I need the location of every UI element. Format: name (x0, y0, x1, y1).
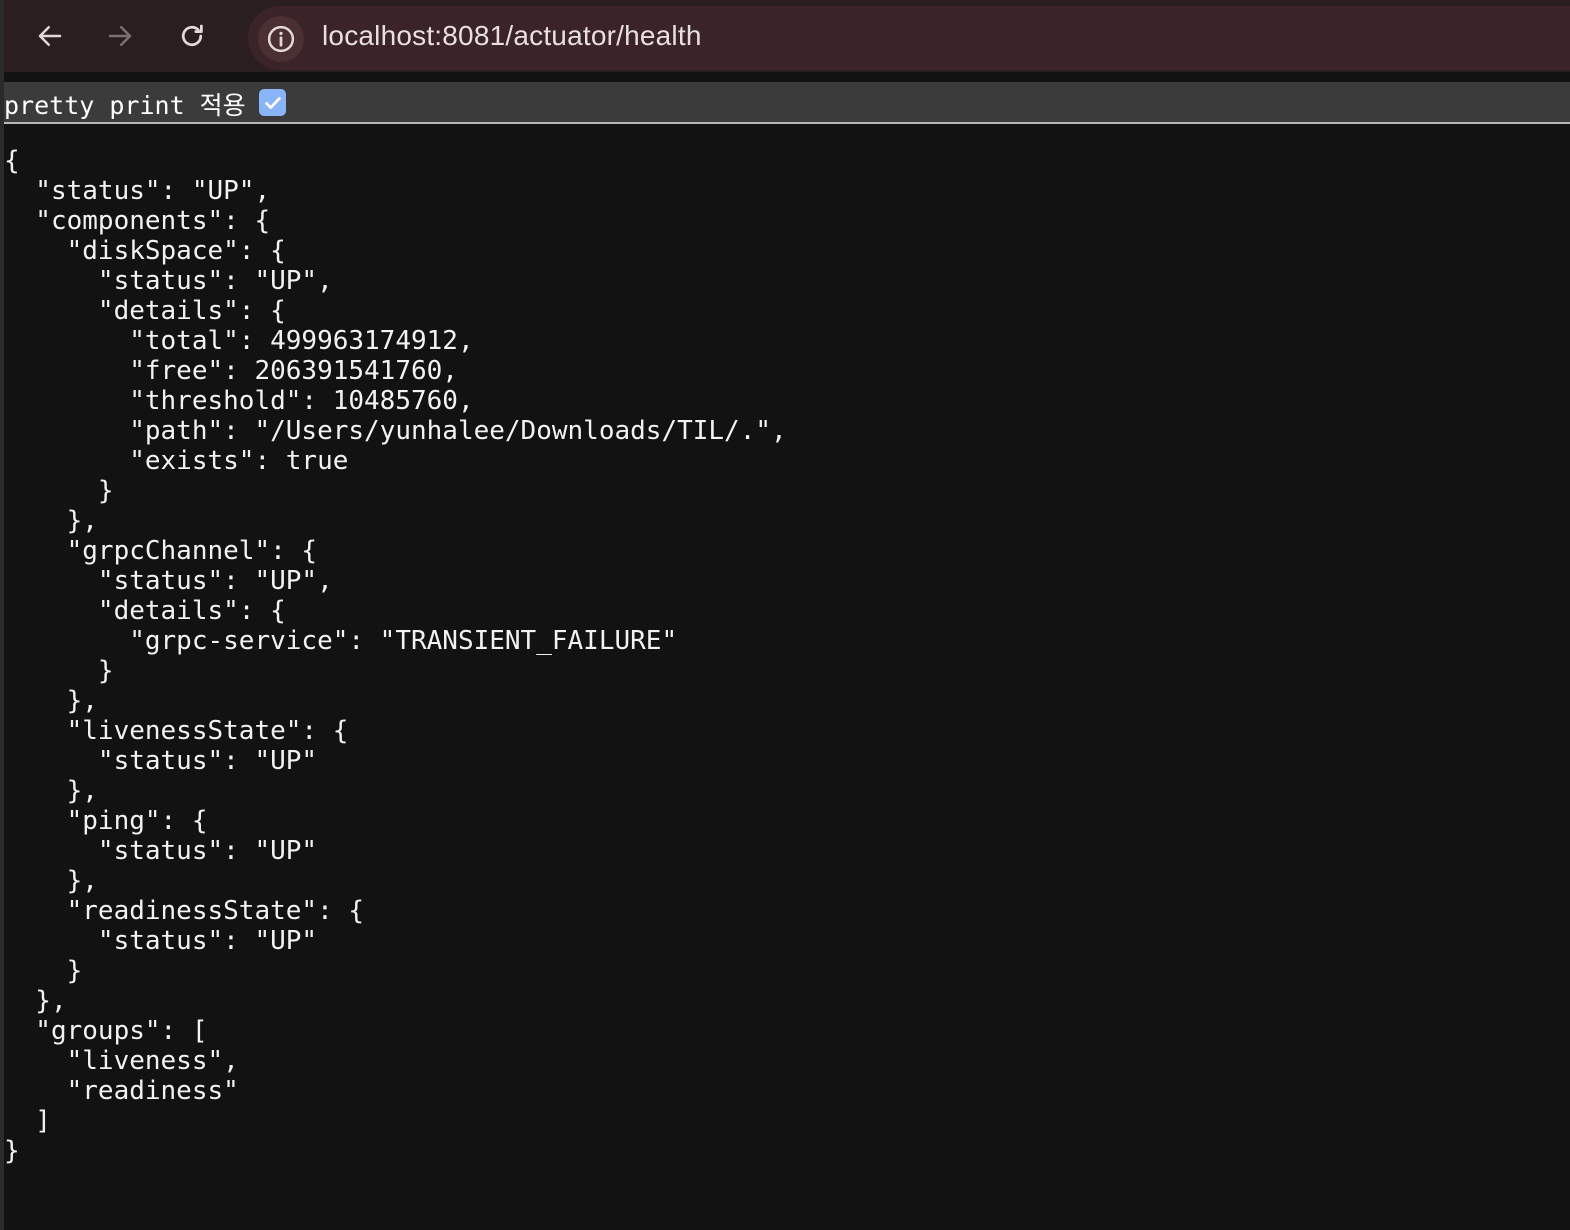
json-response-body: { "status": "UP", "components": { "diskS… (4, 146, 1564, 1166)
json-line: "readinessState": { (4, 896, 365, 926)
json-line: "readiness" (4, 1076, 239, 1106)
pretty-print-checkbox[interactable] (259, 89, 286, 116)
json-line: "details": { (4, 596, 286, 626)
json-line: "status": "UP", (4, 176, 271, 206)
arrow-left-icon (38, 26, 62, 46)
pretty-print-bar: pretty print 적용 (4, 82, 1570, 124)
checkmark-icon (264, 96, 281, 109)
reload-button[interactable] (170, 14, 214, 58)
forward-button[interactable] (98, 14, 142, 58)
json-line: "status": "UP" (4, 926, 318, 956)
json-line: ] (4, 1106, 51, 1136)
json-line: "components": { (4, 206, 271, 236)
json-line: { (4, 146, 20, 176)
json-line: } (4, 476, 114, 506)
json-line: }, (4, 686, 98, 716)
arrow-right-icon (108, 26, 132, 46)
json-line: "grpc-service": "TRANSIENT_FAILURE" (4, 626, 678, 656)
json-line: } (4, 956, 83, 986)
json-line: } (4, 656, 114, 686)
json-line: "liveness", (4, 1046, 239, 1076)
back-button[interactable] (28, 14, 72, 58)
json-line: "path": "/Users/yunhalee/Downloads/TIL/.… (4, 416, 787, 446)
json-line: "status": "UP", (4, 566, 333, 596)
json-line: }, (4, 986, 67, 1016)
site-info-button[interactable] (258, 16, 304, 62)
json-line: "free": 206391541760, (4, 356, 458, 386)
json-line: "status": "UP" (4, 746, 318, 776)
json-line: "livenessState": { (4, 716, 349, 746)
json-line: "exists": true (4, 446, 349, 476)
json-line: }, (4, 776, 98, 806)
address-bar[interactable]: localhost:8081/actuator/health (248, 6, 1570, 70)
json-line: "total": 499963174912, (4, 326, 474, 356)
browser-toolbar: localhost:8081/actuator/health (4, 0, 1570, 72)
json-line: "groups": [ (4, 1016, 208, 1046)
json-line: "status": "UP", (4, 266, 333, 296)
json-line: } (4, 1136, 20, 1166)
reload-icon (181, 24, 203, 47)
json-line: "ping": { (4, 806, 208, 836)
pretty-print-label: pretty print 적용 (4, 91, 246, 120)
json-line: "grpcChannel": { (4, 536, 318, 566)
json-line: }, (4, 866, 98, 896)
info-circle-icon (267, 25, 295, 53)
url-text[interactable]: localhost:8081/actuator/health (322, 20, 702, 52)
json-line: }, (4, 506, 98, 536)
json-line: "status": "UP" (4, 836, 318, 866)
json-line: "diskSpace": { (4, 236, 286, 266)
json-line: "details": { (4, 296, 286, 326)
json-line: "threshold": 10485760, (4, 386, 474, 416)
